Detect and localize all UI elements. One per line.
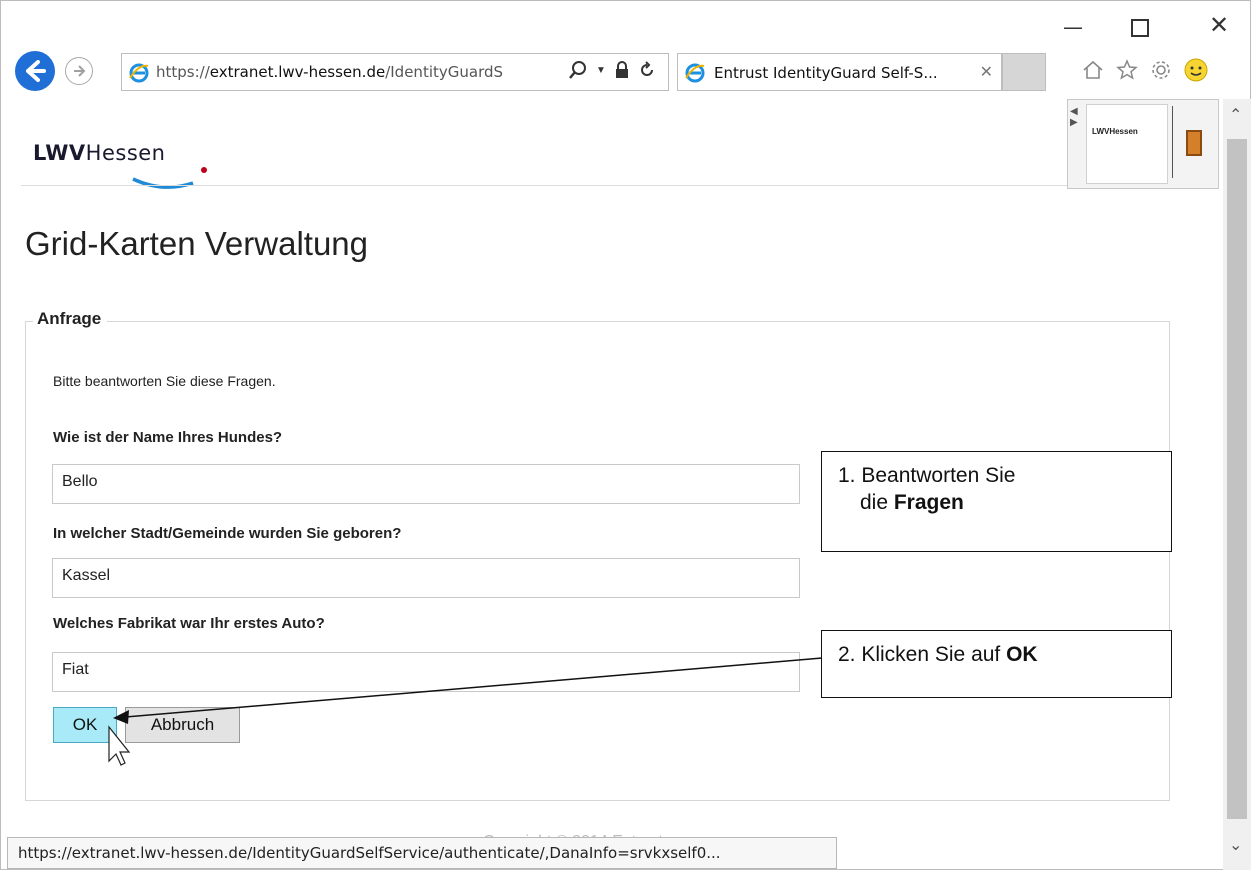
- answer-field-first-car[interactable]: Fiat: [52, 652, 800, 692]
- internet-explorer-icon: [685, 63, 705, 83]
- internet-explorer-icon: [129, 63, 149, 83]
- star-icon[interactable]: [1115, 58, 1139, 82]
- scroll-thumb[interactable]: [1227, 139, 1247, 819]
- cancel-button[interactable]: Abbruch: [125, 707, 240, 743]
- refresh-icon[interactable]: [638, 61, 656, 79]
- answer-field-dog-name[interactable]: Bello: [52, 464, 800, 504]
- minimize-button[interactable]: —: [1063, 15, 1083, 39]
- tab-identityguard[interactable]: Entrust IdentityGuard Self-S... ✕: [677, 53, 1002, 91]
- back-arrow-icon: [26, 60, 46, 82]
- ok-button[interactable]: OK: [53, 707, 117, 743]
- address-bar[interactable]: https://extranet.lwv-hessen.de/IdentityG…: [121, 53, 669, 91]
- tab-title: Entrust IdentityGuard Self-S...: [714, 64, 938, 82]
- question-label: Welches Fabrikat war Ihr erstes Auto?: [53, 615, 325, 632]
- search-icon[interactable]: [568, 60, 588, 80]
- dropdown-arrow-icon[interactable]: ▼: [596, 65, 606, 76]
- new-tab-button[interactable]: [1002, 53, 1046, 91]
- section-legend: Anfrage: [33, 309, 108, 329]
- forward-arrow-icon: [74, 65, 86, 77]
- vertical-scrollbar[interactable]: ⌃ ⌄: [1223, 99, 1251, 870]
- page-title: Grid-Karten Verwaltung: [25, 225, 369, 262]
- header-divider: [21, 185, 1069, 186]
- scroll-down-icon[interactable]: ⌄: [1229, 835, 1242, 855]
- logo-swoosh: [132, 177, 194, 189]
- back-button[interactable]: [15, 51, 55, 91]
- instruction-callout-1: 1. Beantworten Sie die Fragen: [821, 451, 1172, 552]
- status-bar: https://extranet.lwv-hessen.de/IdentityG…: [7, 837, 837, 869]
- home-icon[interactable]: [1081, 58, 1105, 82]
- gear-icon[interactable]: [1149, 58, 1173, 82]
- instruction-callout-2: 2. Klicken Sie auf OK: [821, 630, 1172, 698]
- close-icon[interactable]: ✕: [980, 62, 993, 82]
- intro-text: Bitte beantworten Sie diese Fragen.: [53, 373, 276, 389]
- side-pane: ◀ ▶ LWVHessen: [1067, 99, 1219, 189]
- smiley-icon[interactable]: [1183, 57, 1209, 83]
- browser-window: — ✕ https://extranet.lwv-hessen.de/Ident…: [0, 0, 1251, 870]
- answer-field-birthplace[interactable]: Kassel: [52, 558, 800, 598]
- forward-button[interactable]: [65, 57, 93, 85]
- lwv-hessen-logo: LWVHessen: [33, 141, 207, 189]
- pane-thumbnail[interactable]: LWVHessen: [1086, 104, 1168, 184]
- maximize-button[interactable]: [1131, 19, 1149, 37]
- pane-left-arrow-icon[interactable]: ◀ ▶: [1070, 106, 1078, 128]
- exit-door-icon[interactable]: [1186, 130, 1202, 156]
- scroll-up-icon[interactable]: ⌃: [1229, 105, 1242, 125]
- question-label: In welcher Stadt/Gemeinde wurden Sie geb…: [53, 525, 402, 542]
- question-label: Wie ist der Name Ihres Hundes?: [53, 429, 283, 446]
- url-text: https://extranet.lwv-hessen.de/IdentityG…: [156, 63, 504, 81]
- close-window-button[interactable]: ✕: [1209, 11, 1229, 39]
- lock-icon: [615, 61, 628, 78]
